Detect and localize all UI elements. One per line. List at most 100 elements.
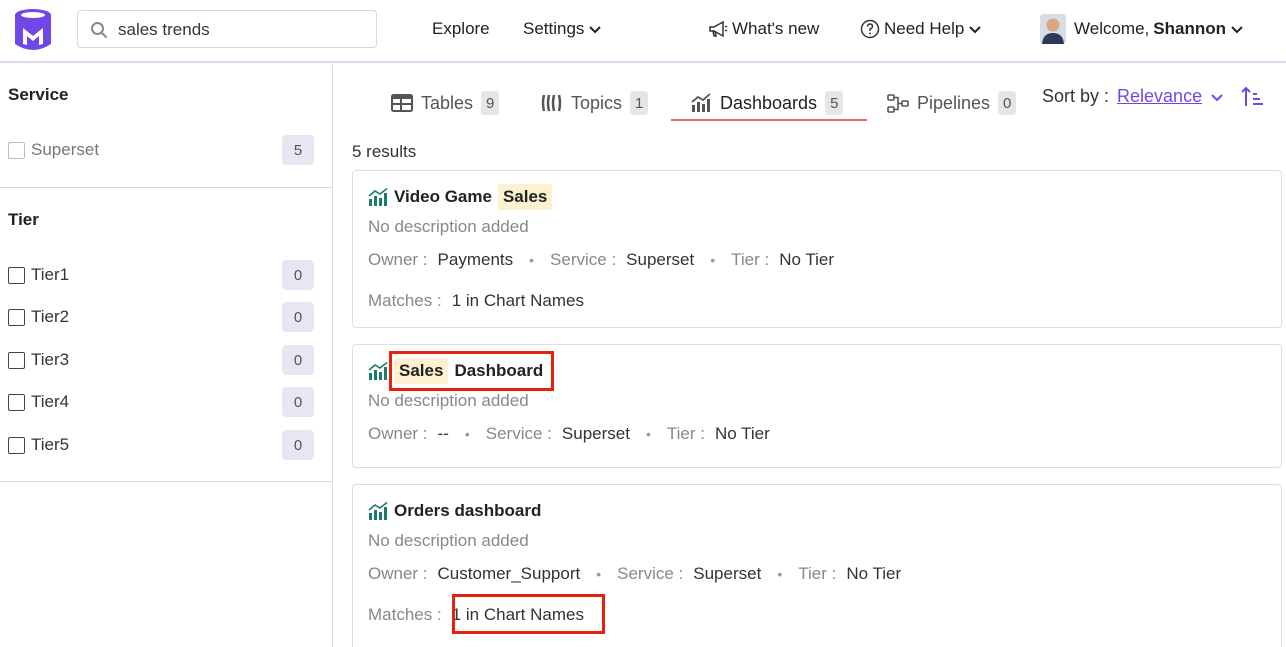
whats-new-label: What's new (732, 19, 820, 38)
checkbox[interactable] (8, 393, 25, 411)
search-icon (91, 22, 108, 39)
divider (0, 187, 332, 188)
tier-key: Tier : (798, 564, 837, 583)
checkbox[interactable] (8, 351, 25, 369)
count-badge: 5 (282, 135, 314, 165)
tier-key: Tier : (666, 424, 705, 443)
checkbox[interactable] (8, 266, 25, 284)
results-count: 5 results (352, 142, 417, 161)
tab-label: Tables (421, 92, 474, 113)
chevron-down-icon (1231, 26, 1243, 34)
table-icon (391, 94, 413, 112)
separator-dot: • (596, 566, 602, 582)
service-value: Superset (693, 564, 762, 583)
owner-key: Owner : (368, 250, 428, 269)
facet-tier2[interactable]: Tier2 0 (8, 302, 314, 332)
result-title[interactable]: Video Game Sales (368, 182, 553, 212)
tab-label: Dashboards (720, 92, 818, 113)
need-help-menu[interactable]: Need Help (860, 18, 982, 40)
result-description: No description added (368, 217, 529, 236)
tab-count-badge: 9 (481, 91, 500, 115)
active-tab-indicator (671, 119, 867, 121)
chevron-down-icon (969, 26, 982, 34)
title-highlight: Sales (497, 184, 553, 210)
sort-order-icon[interactable] (1241, 86, 1263, 108)
matches-key: Matches : (368, 291, 442, 310)
result-description: No description added (368, 531, 529, 550)
separator-dot: • (645, 426, 651, 442)
result-meta: Owner : Payments • Service : Superset • … (368, 250, 834, 270)
explore-link[interactable]: Explore (432, 18, 490, 40)
divider (0, 481, 332, 482)
tier-value: No Tier (714, 424, 770, 443)
count-badge: 0 (282, 387, 314, 417)
result-meta: Owner : Customer_Support • Service : Sup… (368, 564, 901, 584)
facet-label: Tier1 (31, 265, 70, 284)
checkbox[interactable] (8, 308, 25, 326)
owner-value: Customer_Support (437, 564, 581, 583)
dashboard-icon (368, 362, 388, 380)
facet-tier4[interactable]: Tier4 0 (8, 387, 314, 417)
settings-label: Settings (523, 19, 585, 38)
checkbox[interactable] (8, 436, 25, 454)
count-badge: 0 (282, 345, 314, 375)
tab-label: Pipelines (917, 92, 991, 113)
service-value: Superset (561, 424, 630, 443)
sort-dropdown[interactable]: Relevance (1117, 86, 1202, 107)
search-input[interactable] (118, 18, 368, 42)
whats-new-button[interactable]: What's new (708, 18, 819, 40)
facet-tier1[interactable]: Tier1 0 (8, 260, 314, 290)
title-text: Orders dashboard (394, 501, 542, 520)
top-navbar: Explore Settings What's new Need Help We… (0, 0, 1286, 63)
owner-value: Payments (437, 250, 514, 269)
tier-value: No Tier (779, 250, 835, 269)
checkbox[interactable] (8, 141, 25, 159)
result-title[interactable]: Orders dashboard (368, 496, 541, 526)
app-logo-icon[interactable] (14, 8, 52, 52)
settings-menu[interactable]: Settings (523, 18, 602, 40)
facet-label: Superset (31, 140, 100, 159)
tab-tables[interactable]: Tables 9 (391, 84, 500, 122)
tab-count-badge: 0 (998, 91, 1017, 115)
result-card[interactable]: Video Game Sales No description added Ow… (352, 170, 1282, 328)
result-matches: Matches : 1 in Chart Names (368, 291, 584, 311)
highlight-box (389, 351, 554, 391)
matches-key: Matches : (368, 605, 442, 624)
chevron-down-icon (589, 26, 602, 34)
separator-dot: • (464, 426, 470, 442)
welcome-prefix: Welcome, (1074, 19, 1150, 38)
title-text: Video Game (394, 187, 492, 206)
tab-count-badge: 1 (630, 91, 649, 115)
dashboard-icon (368, 188, 388, 206)
facet-label: Tier5 (31, 435, 70, 454)
facet-service-superset[interactable]: Superset 5 (8, 135, 314, 165)
tab-dashboards[interactable]: Dashboards 5 (690, 84, 844, 122)
service-value: Superset (626, 250, 695, 269)
chevron-down-icon[interactable] (1210, 90, 1224, 104)
sort-control: Sort by : Relevance (1042, 86, 1224, 107)
tab-pipelines[interactable]: Pipelines 0 (887, 84, 1017, 122)
owner-key: Owner : (368, 564, 428, 583)
facet-label: Tier4 (31, 392, 70, 411)
separator-dot: • (529, 252, 535, 268)
result-description: No description added (368, 391, 529, 410)
user-menu[interactable]: Welcome, Shannon (1040, 14, 1244, 44)
service-key: Service : (617, 564, 684, 583)
count-badge: 0 (282, 260, 314, 290)
help-icon (860, 19, 880, 39)
owner-key: Owner : (368, 424, 428, 443)
matches-value: 1 in Chart Names (451, 291, 584, 310)
search-box[interactable] (77, 10, 377, 48)
facet-tier5[interactable]: Tier5 0 (8, 430, 314, 460)
tier-section-title: Tier (8, 210, 39, 229)
facet-label: Tier2 (31, 307, 70, 326)
service-key: Service : (485, 424, 552, 443)
tab-topics[interactable]: Topics 1 (541, 84, 649, 122)
user-name: Shannon (1153, 19, 1226, 38)
need-help-label: Need Help (884, 19, 965, 38)
dashboard-icon (691, 93, 711, 112)
pipeline-icon (887, 94, 909, 113)
count-badge: 0 (282, 302, 314, 332)
facet-tier3[interactable]: Tier3 0 (8, 345, 314, 375)
service-key: Service : (550, 250, 617, 269)
